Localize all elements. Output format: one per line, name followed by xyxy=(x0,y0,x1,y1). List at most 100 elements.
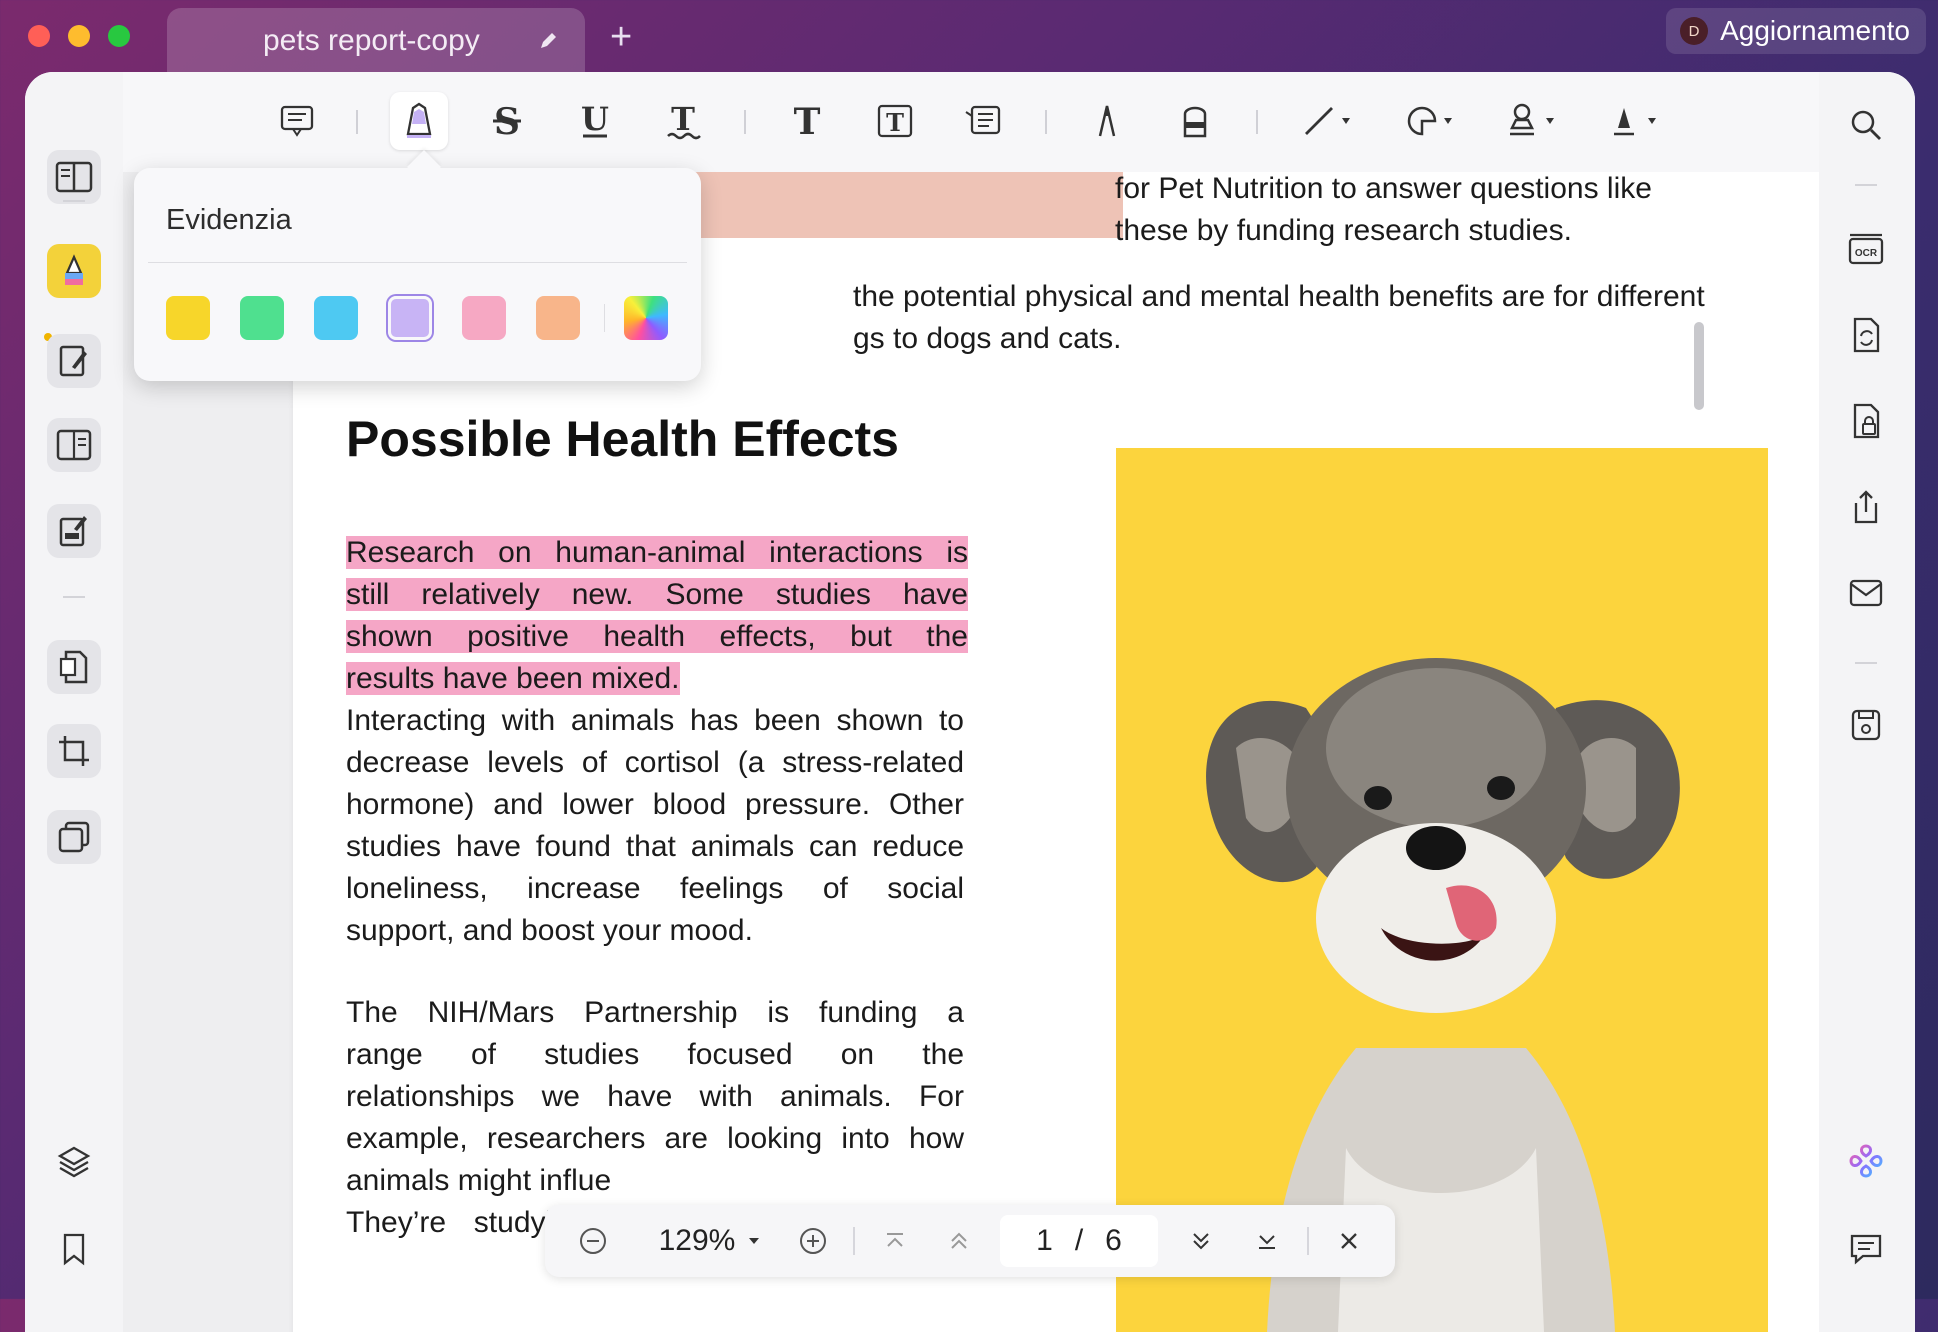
comment-mode-icon[interactable] xyxy=(47,244,101,298)
crop-pages-icon[interactable] xyxy=(47,724,101,778)
layers-icon[interactable] xyxy=(47,1134,101,1188)
eraser-tool[interactable] xyxy=(1166,92,1224,150)
update-button[interactable]: D Aggiornamento xyxy=(1666,8,1926,54)
popover-divider xyxy=(604,304,605,332)
total-pages: 6 xyxy=(1105,1224,1122,1257)
nav-divider xyxy=(1307,1227,1309,1255)
sidebar-divider xyxy=(1855,184,1877,186)
svg-text:T: T xyxy=(886,108,904,137)
zoom-level-value: 129% xyxy=(658,1224,736,1257)
chevron-down-icon xyxy=(749,1238,760,1244)
highlighted-text[interactable]: results have been mixed. xyxy=(346,662,680,695)
last-page-icon[interactable] xyxy=(1245,1205,1289,1277)
search-icon[interactable] xyxy=(1839,98,1893,152)
toolbar-divider xyxy=(744,110,746,134)
next-page-icon[interactable] xyxy=(1179,1205,1223,1277)
squiggly-tool[interactable]: T xyxy=(654,92,712,150)
text-line: results have been mixed. xyxy=(346,658,968,700)
highlighted-text[interactable]: Research on human-animal interactions is xyxy=(346,536,968,569)
svg-text:OCR: OCR xyxy=(1855,248,1878,259)
svg-text:T: T xyxy=(671,102,695,138)
signature-tool[interactable] xyxy=(1604,92,1664,150)
current-page: 1 xyxy=(1036,1224,1053,1257)
text-line: gs to dogs and cats. xyxy=(853,322,1122,355)
convert-icon[interactable] xyxy=(1839,308,1893,362)
text-box-tool[interactable]: T xyxy=(866,92,924,150)
text-line: example, researchers are looking into ho… xyxy=(346,1122,964,1155)
stamp-tool[interactable] xyxy=(1502,92,1562,150)
convert-pdf-icon[interactable] xyxy=(47,640,101,694)
mail-icon[interactable] xyxy=(1839,566,1893,620)
organize-pages-icon[interactable] xyxy=(47,418,101,472)
color-swatch-orange[interactable] xyxy=(536,296,580,340)
vertical-scrollbar-thumb[interactable] xyxy=(1694,322,1704,410)
highlighted-text[interactable]: still relatively new. Some studies have xyxy=(346,578,968,611)
paragraph-cortisol: Interacting with animals has been shown … xyxy=(346,700,964,952)
edit-pdf-icon[interactable] xyxy=(47,334,101,388)
ocr-icon[interactable]: OCR xyxy=(1839,222,1893,276)
text-line: hormone) and lower blood pressure. Other xyxy=(346,788,964,821)
zoom-level-dropdown[interactable]: 129% xyxy=(645,1205,775,1277)
text-line: loneliness, increase feelings of social xyxy=(346,872,964,905)
sticky-note-tool[interactable] xyxy=(268,92,326,150)
rename-pencil-icon[interactable] xyxy=(537,30,559,57)
first-page-icon[interactable] xyxy=(873,1205,917,1277)
previous-page-icon[interactable] xyxy=(937,1205,981,1277)
right-sidebar: OCR xyxy=(1819,72,1915,1332)
sidebar-divider xyxy=(63,596,85,598)
color-swatch-blue[interactable] xyxy=(314,296,358,340)
zoom-window-button[interactable] xyxy=(108,25,130,47)
bookmark-icon[interactable] xyxy=(47,1222,101,1276)
text-line: decrease levels of cortisol (a stress-re… xyxy=(346,746,964,779)
reader-mode-icon[interactable] xyxy=(47,150,101,204)
zoom-in-icon[interactable] xyxy=(791,1205,835,1277)
save-icon[interactable] xyxy=(1839,698,1893,752)
update-label: Aggiornamento xyxy=(1720,15,1910,46)
close-navigation-icon[interactable] xyxy=(1327,1205,1371,1277)
underline-tool[interactable]: U xyxy=(566,92,624,150)
color-swatch-green[interactable] xyxy=(240,296,284,340)
batch-pdf-icon[interactable] xyxy=(47,810,101,864)
text-line: Interacting with animals has been shown … xyxy=(346,704,964,737)
avatar: D xyxy=(1680,17,1709,45)
sidebar-divider xyxy=(63,200,85,202)
section-heading: Possible Health Effects xyxy=(346,411,899,467)
page-number-field[interactable]: 1 / 6 xyxy=(1000,1215,1158,1267)
text-line: the potential physical and mental health… xyxy=(853,280,1705,313)
text-line: still relatively new. Some studies have xyxy=(346,574,968,616)
new-tab-plus-icon[interactable]: + xyxy=(610,18,632,56)
text-line: studies have found that animals can redu… xyxy=(346,830,964,863)
svg-text:U: U xyxy=(581,102,609,138)
color-swatch-yellow[interactable] xyxy=(166,296,210,340)
text-line: relationships we have with animals. For xyxy=(346,1080,964,1113)
ai-assistant-icon[interactable] xyxy=(1839,1134,1893,1188)
line-shape-tool[interactable] xyxy=(1298,92,1358,150)
fill-sign-icon[interactable] xyxy=(47,504,101,558)
highlighter-tool[interactable] xyxy=(390,92,448,150)
left-sidebar xyxy=(25,72,123,1332)
text-line: Research on human-animal interactions is xyxy=(346,532,968,574)
close-window-button[interactable] xyxy=(28,25,50,47)
document-tab[interactable]: pets report-copy xyxy=(167,8,585,76)
minimize-window-button[interactable] xyxy=(68,25,90,47)
strikethrough-tool[interactable]: S xyxy=(478,92,536,150)
shape-tool[interactable] xyxy=(1400,92,1460,150)
comments-list-icon[interactable] xyxy=(1839,1222,1893,1276)
text-callout-tool[interactable] xyxy=(954,92,1012,150)
share-icon[interactable] xyxy=(1839,480,1893,534)
color-swatch-pink[interactable] xyxy=(462,296,506,340)
page-navigation-bar: 129% 1 / 6 xyxy=(545,1205,1395,1277)
text-line: shown positive health effects, but the xyxy=(346,616,968,658)
custom-color-picker[interactable] xyxy=(624,296,668,340)
pencil-tool[interactable] xyxy=(1078,92,1136,150)
highlighted-text[interactable]: shown positive health effects, but the xyxy=(346,620,968,653)
top-right-text: for Pet Nutrition to answer questions li… xyxy=(1115,168,1805,252)
text-line: support, and boost your mood. xyxy=(346,914,753,947)
color-swatch-purple-selected[interactable] xyxy=(388,296,432,340)
text-tool[interactable]: T xyxy=(778,92,836,150)
protect-icon[interactable] xyxy=(1839,394,1893,448)
sidebar-divider xyxy=(1855,662,1877,664)
mid-text: the potential physical and mental health… xyxy=(853,276,1803,360)
zoom-out-icon[interactable] xyxy=(571,1205,615,1277)
toolbar-divider xyxy=(1045,110,1047,134)
